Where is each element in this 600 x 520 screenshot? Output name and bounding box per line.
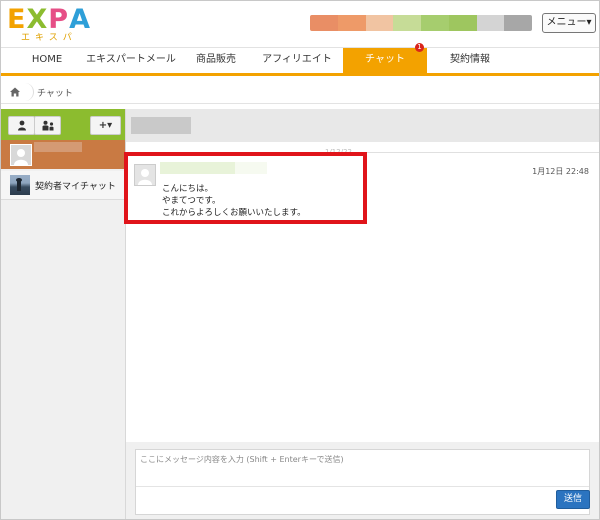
color-bar-segment [365, 15, 394, 31]
sidebar-item-contract-mychat[interactable]: 契約者マイチャット [1, 171, 125, 200]
group-users-button[interactable] [34, 116, 61, 135]
compose-area: ここにメッセージ内容を入力 (Shift + Enterキーで送信) 送信 [126, 442, 599, 519]
color-bar-segment [476, 15, 505, 31]
highlight-annotation [124, 152, 367, 224]
app-frame: EXPA エキスパ メニュー▾ HOME エキスパートメール 商品販売 アフィリ… [0, 0, 600, 520]
nav-home[interactable]: HOME [13, 48, 81, 73]
home-icon[interactable] [9, 86, 21, 98]
message-input-placeholder: ここにメッセージ内容を入力 (Shift + Enterキーで送信) [140, 455, 344, 464]
color-bar-segment [504, 15, 532, 31]
nav-expert-mail[interactable]: エキスパートメール [81, 48, 181, 73]
logo-letter-p: P [48, 4, 70, 35]
breadcrumb-current: チャット [37, 89, 73, 99]
add-chat-dropdown[interactable]: +▾ [90, 116, 121, 135]
color-bar-segment [337, 15, 366, 31]
header: EXPA エキスパ メニュー▾ [1, 1, 599, 47]
nav-contract-info[interactable]: 契約情報 [427, 48, 513, 73]
color-bar-segment [421, 15, 449, 31]
compose-divider [136, 486, 589, 487]
avatar [10, 144, 32, 166]
logo-wordmark: EXPA [7, 4, 97, 35]
message-timestamp: 1月12日 22:48 [532, 167, 589, 176]
nav-product-sales[interactable]: 商品販売 [181, 48, 251, 73]
logo-letter-x: X [26, 4, 49, 35]
logo-letter-a: A [69, 4, 91, 35]
user-icon [17, 120, 26, 131]
logo-letter-e: E [7, 4, 27, 35]
sidebar-item-active-chat[interactable] [1, 140, 125, 169]
redacted-name [34, 142, 82, 152]
message-input[interactable]: ここにメッセージ内容を入力 (Shift + Enterキーで送信) 送信 [135, 449, 590, 515]
redacted-chat-title [131, 117, 191, 134]
send-button[interactable]: 送信 [556, 490, 590, 509]
main-nav: HOME エキスパートメール 商品販売 アフィリエイト チャット 1 契約情報 [1, 43, 599, 76]
account-color-bar [310, 15, 532, 31]
color-bar-segment [448, 15, 477, 31]
chat-thumbnail [10, 175, 30, 195]
menu-button[interactable]: メニュー▾ [542, 13, 596, 33]
chat-header [126, 109, 599, 142]
chat-notification-badge: 1 [415, 43, 424, 52]
sidebar-toolbar: +▾ [1, 109, 125, 140]
group-users-icon [42, 120, 53, 131]
expa-logo[interactable]: EXPA エキスパ [7, 4, 97, 43]
single-user-button[interactable] [8, 116, 35, 135]
nav-chat[interactable]: チャット [343, 48, 427, 73]
nav-affiliate[interactable]: アフィリエイト [251, 48, 343, 73]
color-bar-segment [310, 15, 338, 31]
sidebar-item-label: 契約者マイチャット [35, 182, 116, 192]
color-bar-segment [393, 15, 421, 31]
breadcrumb: チャット [1, 81, 599, 104]
breadcrumb-separator [23, 83, 34, 101]
chat-sidebar: +▾ 契約者マイチャット [1, 109, 126, 519]
